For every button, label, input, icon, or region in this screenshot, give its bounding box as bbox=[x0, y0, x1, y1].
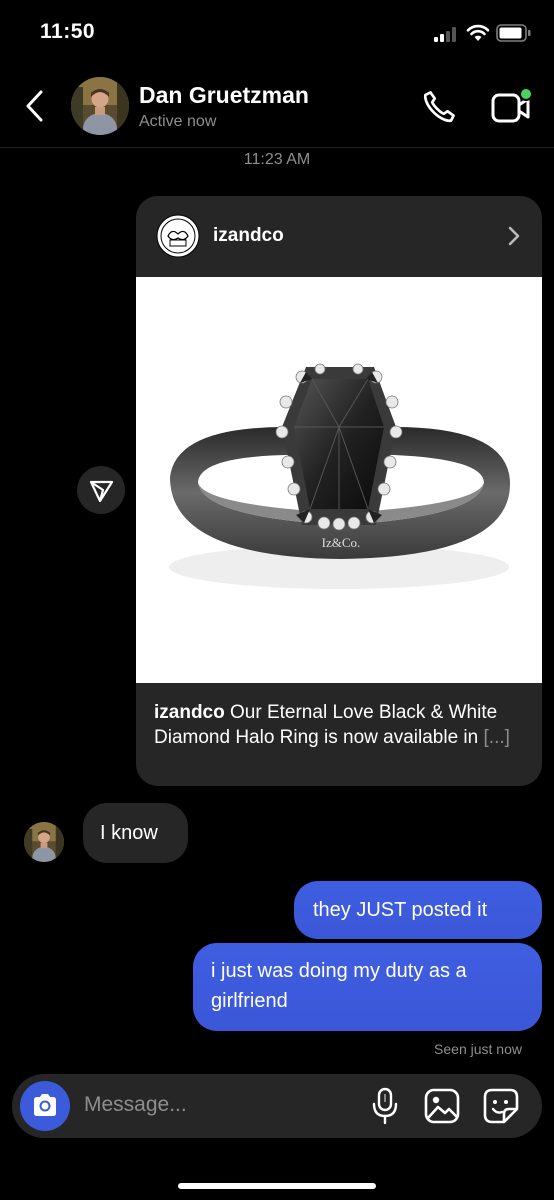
caption-username[interactable]: izandco bbox=[154, 702, 225, 723]
seen-receipt: Seen just now bbox=[434, 1041, 522, 1057]
caption-more[interactable]: [...] bbox=[484, 727, 510, 748]
microphone-icon[interactable] bbox=[370, 1086, 400, 1126]
home-indicator[interactable] bbox=[178, 1183, 376, 1189]
message-timestamp: 11:23 AM bbox=[243, 151, 311, 168]
avatar[interactable] bbox=[71, 77, 129, 135]
paper-plane-icon bbox=[89, 480, 114, 503]
message-text: I know bbox=[100, 822, 158, 844]
message-input[interactable]: Message... bbox=[84, 1093, 187, 1117]
message-bubble-incoming[interactable]: I know bbox=[83, 803, 188, 863]
signal-icon bbox=[434, 27, 458, 42]
share-button[interactable] bbox=[77, 466, 125, 514]
camera-button[interactable] bbox=[20, 1081, 70, 1131]
message-bubble-outgoing[interactable]: they JUST posted it bbox=[294, 881, 542, 939]
active-status: Active now bbox=[139, 113, 217, 130]
post-caption[interactable]: izandco Our Eternal Love Black & White D… bbox=[154, 700, 524, 750]
gallery-icon[interactable] bbox=[424, 1088, 460, 1124]
camera-icon bbox=[34, 1094, 56, 1116]
message-text: i just was doing my duty as a girlfriend bbox=[211, 960, 467, 1012]
battery-icon bbox=[496, 24, 531, 42]
message-bubble-outgoing[interactable]: i just was doing my duty as a girlfriend bbox=[193, 943, 542, 1031]
phone-call-button[interactable] bbox=[420, 88, 458, 126]
account-avatar[interactable] bbox=[156, 214, 200, 258]
status-time: 11:50 bbox=[40, 20, 96, 43]
contact-name[interactable]: Dan Gruetzman bbox=[139, 82, 309, 109]
chevron-right-icon[interactable] bbox=[506, 225, 522, 247]
post-image[interactable]: Iz&Co. bbox=[136, 277, 542, 683]
sticker-icon[interactable] bbox=[482, 1087, 520, 1125]
header-divider bbox=[0, 147, 554, 148]
back-button[interactable] bbox=[22, 88, 46, 124]
message-text: they JUST posted it bbox=[313, 899, 488, 921]
video-call-button[interactable] bbox=[490, 86, 534, 126]
ring-image: Iz&Co. bbox=[169, 363, 511, 589]
sender-avatar[interactable] bbox=[24, 822, 64, 862]
wifi-icon bbox=[466, 24, 490, 41]
post-account-name[interactable]: izandco bbox=[213, 225, 284, 247]
ring-engraving: Iz&Co. bbox=[322, 535, 361, 550]
